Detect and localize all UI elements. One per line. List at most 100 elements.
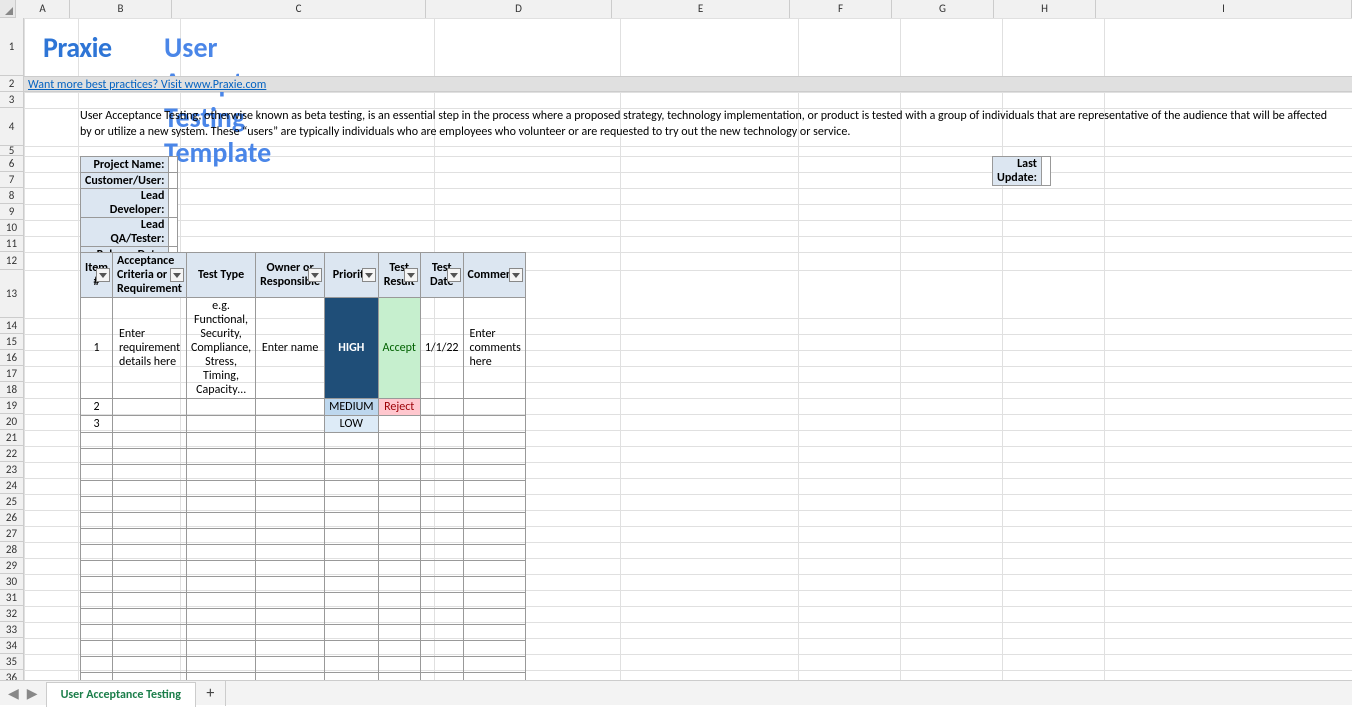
cell-testtype[interactable] (186, 399, 255, 416)
row-header-13[interactable]: 13 (0, 270, 24, 318)
table-row[interactable] (81, 577, 526, 593)
row-header-30[interactable]: 30 (0, 574, 24, 590)
filter-icon[interactable] (509, 268, 523, 282)
col-header-A[interactable]: A (16, 0, 70, 18)
table-row[interactable] (81, 641, 526, 657)
col-owner[interactable]: Owner or Responsible (256, 253, 325, 298)
col-header-E[interactable]: E (612, 0, 790, 18)
cell-item[interactable]: 1 (81, 298, 113, 399)
row-header-8[interactable]: 8 (0, 188, 24, 204)
table-row[interactable] (81, 561, 526, 577)
col-criteria[interactable]: Acceptance Criteria or Requirement (113, 253, 187, 298)
sheet-tab-active[interactable]: User Acceptance Testing (46, 682, 196, 707)
row-header-36[interactable]: 36 (0, 670, 24, 680)
table-row[interactable] (81, 433, 526, 449)
row-header-28[interactable]: 28 (0, 542, 24, 558)
row-header-29[interactable]: 29 (0, 558, 24, 574)
row-header-21[interactable]: 21 (0, 430, 24, 446)
col-header-G[interactable]: G (892, 0, 994, 18)
col-header-D[interactable]: D (426, 0, 612, 18)
table-row[interactable]: 3 LOW (81, 416, 526, 433)
row-header-10[interactable]: 10 (0, 220, 24, 236)
row-header-18[interactable]: 18 (0, 382, 24, 398)
filter-icon[interactable] (362, 268, 376, 282)
table-row[interactable] (81, 657, 526, 673)
row-header-12[interactable]: 12 (0, 252, 24, 270)
filter-icon[interactable] (447, 268, 461, 282)
cell-date[interactable] (420, 416, 463, 433)
tab-prev-icon[interactable]: ◀ (8, 685, 19, 702)
table-row[interactable] (81, 545, 526, 561)
table-row[interactable] (81, 513, 526, 529)
row-header-23[interactable]: 23 (0, 462, 24, 478)
add-sheet-button[interactable]: + (196, 681, 226, 706)
cell-testtype[interactable] (186, 416, 255, 433)
cell-priority[interactable]: HIGH (325, 298, 378, 399)
table-row[interactable] (81, 593, 526, 609)
col-header-I[interactable]: I (1096, 0, 1352, 18)
cell-criteria[interactable]: Enter requirement details here (113, 298, 187, 399)
col-testtype[interactable]: Test Type (186, 253, 255, 298)
row-header-27[interactable]: 27 (0, 526, 24, 542)
col-header-F[interactable]: F (790, 0, 892, 18)
row-header-2[interactable]: 2 (0, 76, 24, 92)
table-row[interactable] (81, 625, 526, 641)
row-header-24[interactable]: 24 (0, 478, 24, 494)
cell-testtype[interactable]: e.g. Functional, Security, Compliance, S… (186, 298, 255, 399)
col-header-C[interactable]: C (172, 0, 426, 18)
row-header-14[interactable]: 14 (0, 318, 24, 334)
tab-next-icon[interactable]: ▶ (27, 685, 38, 702)
row-header-5[interactable]: 5 (0, 146, 24, 156)
cell-owner[interactable] (256, 416, 325, 433)
filter-icon[interactable] (308, 268, 322, 282)
row-header-15[interactable]: 15 (0, 334, 24, 350)
row-header-4[interactable]: 4 (0, 108, 24, 146)
row-header-20[interactable]: 20 (0, 414, 24, 430)
row-header-17[interactable]: 17 (0, 366, 24, 382)
row-header-3[interactable]: 3 (0, 92, 24, 108)
row-header-11[interactable]: 11 (0, 236, 24, 252)
row-header-35[interactable]: 35 (0, 654, 24, 670)
cell-criteria[interactable] (113, 416, 187, 433)
row-header-7[interactable]: 7 (0, 172, 24, 188)
cell-result[interactable]: Reject (378, 399, 420, 416)
table-row[interactable]: 2MEDIUMReject (81, 399, 526, 416)
input-last-update[interactable] (1041, 157, 1050, 186)
row-header-34[interactable]: 34 (0, 638, 24, 654)
cell-comments[interactable]: Enter comments here (463, 298, 526, 399)
cell-item[interactable]: 2 (81, 399, 113, 416)
praxie-link[interactable]: Want more best practices? Visit www.Prax… (28, 78, 266, 92)
col-date[interactable]: Test Date (420, 253, 463, 298)
row-header-22[interactable]: 22 (0, 446, 24, 462)
col-header-H[interactable]: H (994, 0, 1096, 18)
filter-icon[interactable] (404, 268, 418, 282)
table-row[interactable] (81, 449, 526, 465)
row-header-16[interactable]: 16 (0, 350, 24, 366)
cell-comments[interactable] (463, 399, 526, 416)
row-header-26[interactable]: 26 (0, 510, 24, 526)
filter-icon[interactable] (96, 268, 110, 282)
col-priority[interactable]: Priority (325, 253, 378, 298)
row-header-9[interactable]: 9 (0, 204, 24, 220)
row-header-32[interactable]: 32 (0, 606, 24, 622)
row-header-6[interactable]: 6 (0, 156, 24, 172)
input-customer[interactable] (169, 173, 178, 189)
col-result[interactable]: Test Result (378, 253, 420, 298)
cell-date[interactable]: 1/1/22 (420, 298, 463, 399)
row-header-19[interactable]: 19 (0, 398, 24, 414)
cell-priority[interactable]: LOW (325, 416, 378, 433)
cell-criteria[interactable] (113, 399, 187, 416)
table-row[interactable] (81, 465, 526, 481)
row-header-31[interactable]: 31 (0, 590, 24, 606)
table-row[interactable] (81, 497, 526, 513)
table-row[interactable] (81, 529, 526, 545)
cell-item[interactable]: 3 (81, 416, 113, 433)
cell-result[interactable]: Accept (378, 298, 420, 399)
table-row[interactable] (81, 609, 526, 625)
input-project-name[interactable] (169, 157, 178, 173)
filter-icon[interactable] (170, 268, 184, 282)
row-header-33[interactable]: 33 (0, 622, 24, 638)
cell-date[interactable] (420, 399, 463, 416)
cell-owner[interactable]: Enter name (256, 298, 325, 399)
row-header-1[interactable]: 1 (0, 18, 24, 76)
